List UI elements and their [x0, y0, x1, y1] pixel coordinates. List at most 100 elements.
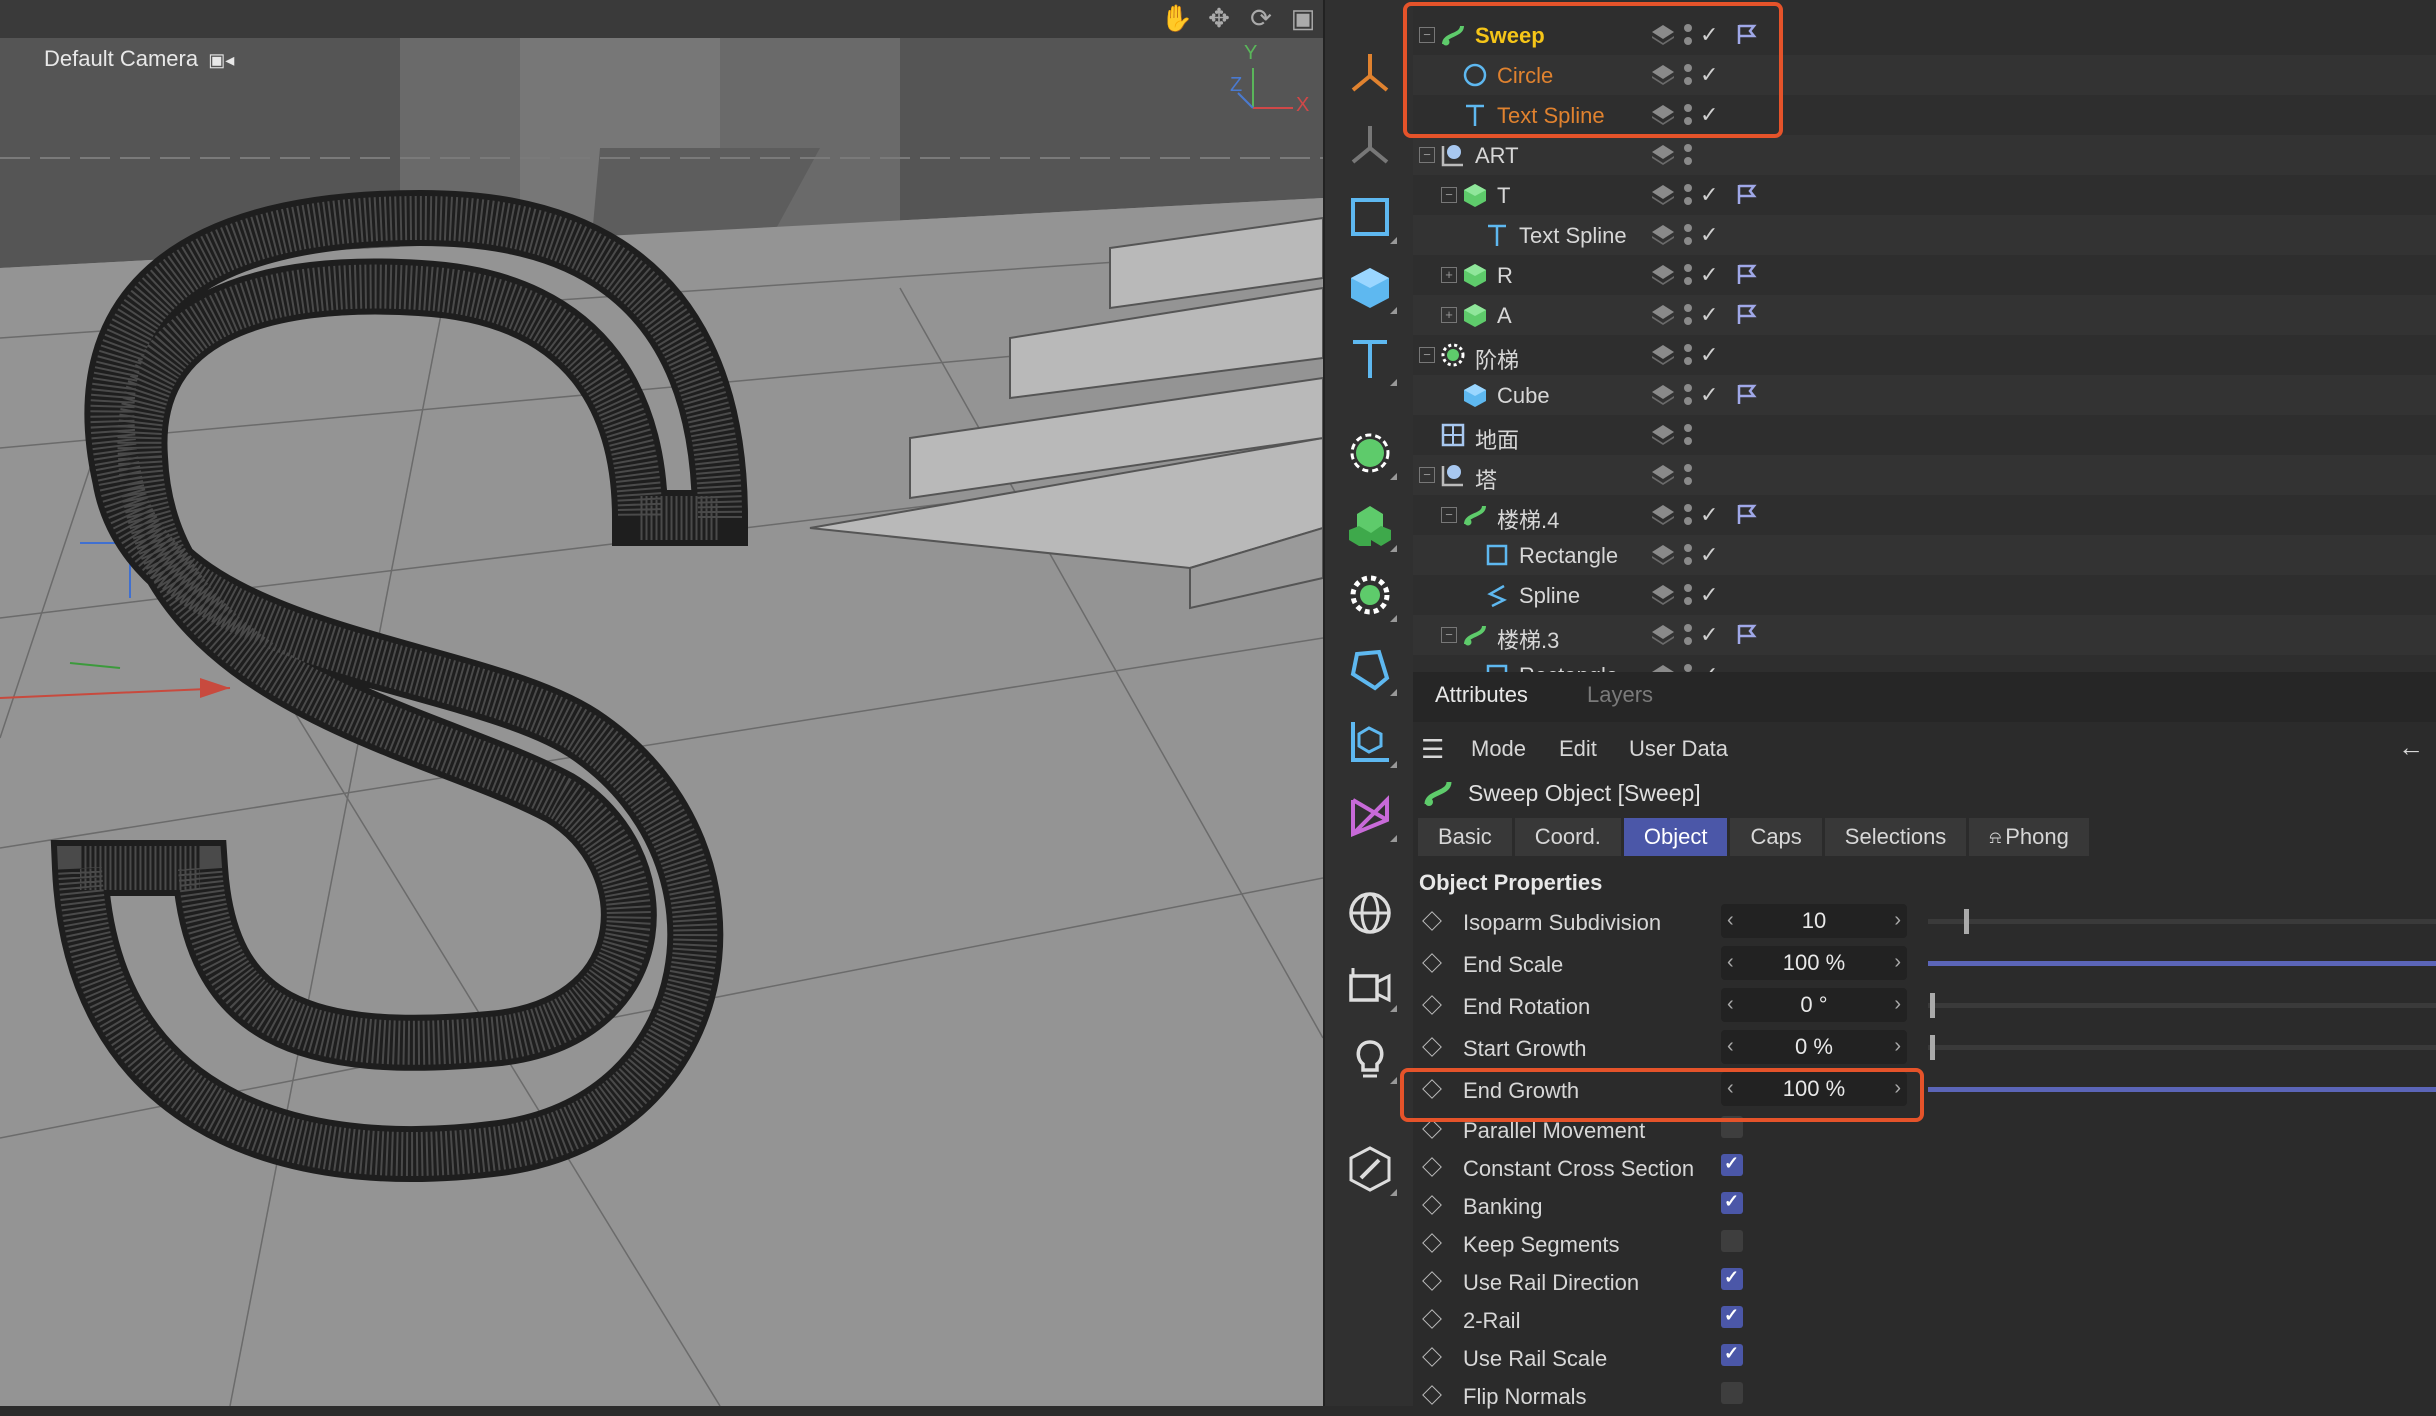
- number-value[interactable]: 100 %: [1721, 950, 1907, 976]
- keyframe-diamond-icon[interactable]: [1422, 1233, 1442, 1253]
- object-row[interactable]: − 塔: [1413, 455, 2436, 495]
- tag-flag-icon[interactable]: [1735, 383, 1757, 405]
- cloner-icon[interactable]: [1341, 496, 1399, 554]
- enable-check-icon[interactable]: ✓: [1700, 582, 1718, 608]
- number-value[interactable]: 0 %: [1721, 1034, 1907, 1060]
- visibility-dots-icon[interactable]: [1682, 302, 1694, 328]
- tab-selections[interactable]: Selections: [1824, 818, 1967, 856]
- layer-icon[interactable]: [1650, 503, 1676, 527]
- object-name[interactable]: Spline: [1519, 583, 1580, 609]
- property-checkbox[interactable]: [1721, 1343, 1743, 1366]
- object-row[interactable]: Cube ✓: [1413, 375, 2436, 415]
- object-name[interactable]: Cube: [1497, 383, 1550, 409]
- increment-arrow-icon[interactable]: ›: [1894, 951, 1901, 974]
- number-value[interactable]: 10: [1721, 908, 1907, 934]
- keyframe-diamond-icon[interactable]: [1422, 911, 1442, 931]
- layer-icon[interactable]: [1650, 383, 1676, 407]
- tab-basic[interactable]: Basic: [1418, 818, 1512, 856]
- object-name[interactable]: Rectangle: [1519, 543, 1618, 569]
- axis-alt-icon[interactable]: [1341, 114, 1399, 172]
- visibility-dots-icon[interactable]: [1682, 582, 1694, 608]
- enable-check-icon[interactable]: ✓: [1700, 302, 1718, 328]
- enable-check-icon[interactable]: ✓: [1700, 622, 1718, 648]
- number-value[interactable]: 0 °: [1721, 992, 1907, 1018]
- menu-edit[interactable]: Edit: [1559, 736, 1597, 762]
- enable-check-icon[interactable]: ✓: [1700, 662, 1718, 672]
- slider-knob[interactable]: [1930, 993, 1935, 1018]
- object-row[interactable]: Spline ✓: [1413, 575, 2436, 615]
- layer-icon[interactable]: [1650, 663, 1676, 672]
- edit-icon[interactable]: [1341, 1140, 1399, 1198]
- enable-check-icon[interactable]: ✓: [1700, 222, 1718, 248]
- expand-icon[interactable]: +: [1441, 267, 1457, 283]
- keyframe-diamond-icon[interactable]: [1422, 1195, 1442, 1215]
- value-slider[interactable]: [1928, 993, 2436, 1018]
- scene-render[interactable]: [0, 38, 1323, 1406]
- cube-icon[interactable]: [1341, 258, 1399, 316]
- collapse-icon[interactable]: −: [1441, 627, 1457, 643]
- enable-check-icon[interactable]: ✓: [1700, 382, 1718, 408]
- rotate-icon[interactable]: ⟳: [1245, 2, 1277, 34]
- number-field[interactable]: ‹ 10 ›: [1721, 904, 1907, 938]
- object-row[interactable]: − 楼梯.3 ✓: [1413, 615, 2436, 655]
- object-name[interactable]: 楼梯.3: [1497, 623, 1559, 655]
- object-row[interactable]: + R ✓: [1413, 255, 2436, 295]
- axis-tool-icon[interactable]: [1341, 42, 1399, 100]
- visibility-dots-icon[interactable]: [1682, 622, 1694, 648]
- keyframe-diamond-icon[interactable]: [1422, 1385, 1442, 1405]
- layer-icon[interactable]: [1650, 423, 1676, 447]
- object-row[interactable]: − T ✓: [1413, 175, 2436, 215]
- object-name[interactable]: ART: [1475, 143, 1519, 169]
- collapse-icon[interactable]: −: [1441, 507, 1457, 523]
- rectangle-spline-icon[interactable]: [1341, 188, 1399, 246]
- increment-arrow-icon[interactable]: ›: [1894, 993, 1901, 1016]
- text-icon[interactable]: [1341, 330, 1399, 388]
- layer-icon[interactable]: [1650, 183, 1676, 207]
- keyframe-diamond-icon[interactable]: [1422, 1271, 1442, 1291]
- keyframe-diamond-icon[interactable]: [1422, 1037, 1442, 1057]
- visibility-dots-icon[interactable]: [1682, 262, 1694, 288]
- tab-layers[interactable]: Layers: [1587, 682, 1653, 708]
- visibility-dots-icon[interactable]: [1682, 462, 1694, 488]
- tab-coord[interactable]: Coord.: [1514, 818, 1621, 856]
- deformer-icon[interactable]: [1341, 566, 1399, 624]
- slider-knob[interactable]: [1930, 1035, 1935, 1060]
- layer-icon[interactable]: [1650, 583, 1676, 607]
- menu-mode[interactable]: Mode: [1471, 736, 1526, 762]
- object-row[interactable]: 地面: [1413, 415, 2436, 455]
- object-name[interactable]: A: [1497, 303, 1512, 329]
- enable-check-icon[interactable]: ✓: [1700, 182, 1718, 208]
- enable-check-icon[interactable]: ✓: [1700, 502, 1718, 528]
- layer-icon[interactable]: [1650, 543, 1676, 567]
- tab-caps[interactable]: Caps: [1730, 818, 1822, 856]
- layer-icon[interactable]: [1650, 223, 1676, 247]
- move-icon[interactable]: ✥: [1203, 2, 1235, 34]
- generator-icon[interactable]: [1341, 424, 1399, 482]
- tab-attributes[interactable]: Attributes: [1435, 682, 1528, 708]
- visibility-dots-icon[interactable]: [1682, 142, 1694, 168]
- property-checkbox[interactable]: [1721, 1267, 1743, 1290]
- slider-knob[interactable]: [1963, 909, 1969, 934]
- visibility-dots-icon[interactable]: [1682, 182, 1694, 208]
- menu-user-data[interactable]: User Data: [1629, 736, 1728, 762]
- object-row[interactable]: − 楼梯.4 ✓: [1413, 495, 2436, 535]
- object-name[interactable]: R: [1497, 263, 1513, 289]
- enable-check-icon[interactable]: ✓: [1700, 262, 1718, 288]
- layer-icon[interactable]: [1650, 463, 1676, 487]
- enable-check-icon[interactable]: ✓: [1700, 342, 1718, 368]
- object-name[interactable]: 楼梯.4: [1497, 503, 1559, 535]
- object-row[interactable]: Text Spline ✓: [1413, 215, 2436, 255]
- tag-flag-icon[interactable]: [1735, 183, 1757, 205]
- scene-icon[interactable]: [1341, 884, 1399, 942]
- tag-flag-icon[interactable]: [1735, 263, 1757, 285]
- object-row[interactable]: − 阶梯 ✓: [1413, 335, 2436, 375]
- collapse-icon[interactable]: −: [1419, 147, 1435, 163]
- number-field[interactable]: ‹ 100 % ›: [1721, 946, 1907, 980]
- keyframe-diamond-icon[interactable]: [1422, 1157, 1442, 1177]
- visibility-dots-icon[interactable]: [1682, 382, 1694, 408]
- layer-icon[interactable]: [1650, 623, 1676, 647]
- number-field[interactable]: ‹ 0 % ›: [1721, 1030, 1907, 1064]
- back-arrow-icon[interactable]: ←: [2398, 732, 2424, 763]
- visibility-dots-icon[interactable]: [1682, 222, 1694, 248]
- object-name[interactable]: Rectangle: [1519, 663, 1618, 672]
